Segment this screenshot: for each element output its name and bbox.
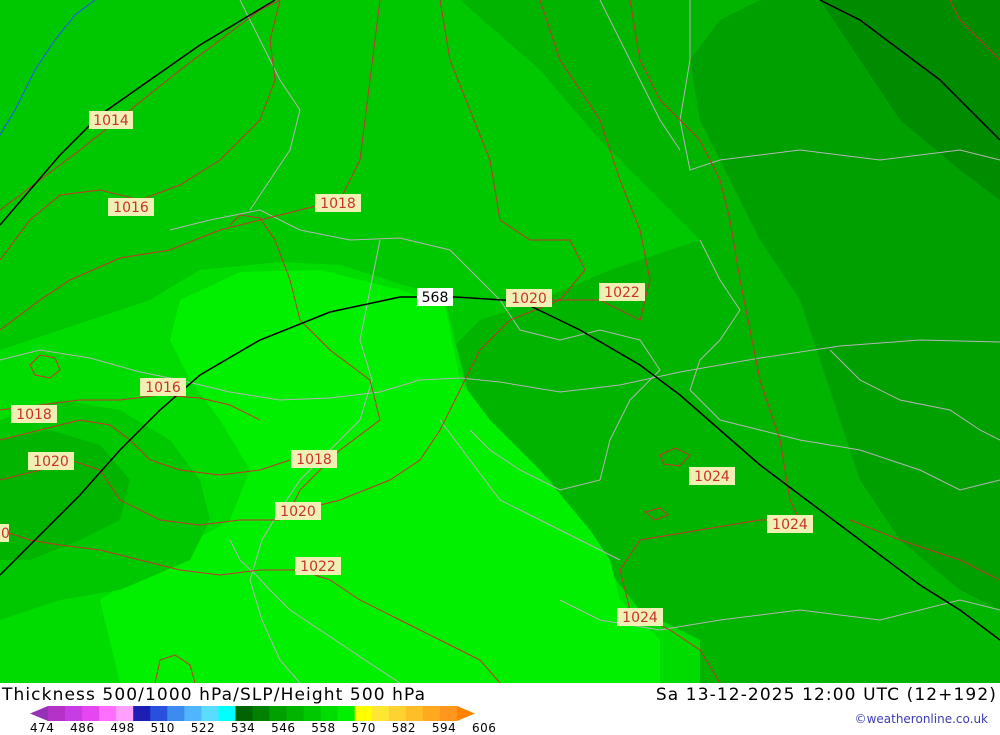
height-label: 568: [417, 288, 453, 306]
isobar-label: 1016: [140, 378, 186, 396]
scale-segment: [150, 706, 168, 721]
isobar-label: 1024: [689, 467, 735, 485]
svg-text:568: 568: [422, 290, 449, 306]
svg-text:1022: 1022: [300, 559, 336, 575]
svg-text:1022: 1022: [604, 285, 640, 301]
svg-text:1020: 1020: [280, 504, 316, 520]
scale-segment: [48, 706, 66, 721]
scale-segment: [286, 706, 305, 721]
svg-text:1020: 1020: [511, 291, 547, 307]
isobar-label: 0: [0, 524, 10, 542]
weather-map: 1014 1016 1018 1020 1022 1016 1018 1020 …: [0, 0, 1000, 683]
isobar-label: 1018: [11, 405, 57, 423]
scale-segment: [320, 706, 339, 721]
scale-segment: [303, 706, 322, 721]
scale-segment: [235, 706, 253, 721]
scale-segment: [269, 706, 288, 721]
isobar-label: 1014: [89, 111, 133, 129]
svg-text:1024: 1024: [772, 517, 808, 533]
svg-text:1024: 1024: [622, 610, 658, 626]
scale-segment: [337, 706, 356, 721]
svg-text:1016: 1016: [113, 200, 149, 216]
scale-segment: [405, 706, 424, 721]
svg-text:1018: 1018: [296, 452, 332, 468]
scale-segment: [65, 706, 83, 721]
svg-text:1014: 1014: [93, 113, 129, 129]
scale-segment: [439, 706, 458, 721]
isobar-label: 1022: [599, 283, 645, 301]
svg-text:1020: 1020: [33, 454, 69, 470]
map-footer: Thickness 500/1000 hPa/SLP/Height 500 hP…: [0, 683, 1000, 735]
scale-segment: [422, 706, 441, 721]
scale-segment: [99, 706, 117, 721]
scale-segment: [354, 706, 373, 721]
isobar-label: 1018: [291, 450, 337, 468]
scale-arrow-high: [457, 706, 475, 721]
isobar-label: 1024: [767, 515, 813, 533]
scale-segment: [167, 706, 185, 721]
isobar-label: 1018: [315, 194, 361, 212]
svg-text:1018: 1018: [16, 407, 52, 423]
svg-text:0: 0: [1, 526, 10, 542]
scale-segment: [388, 706, 407, 721]
scale-segment: [201, 706, 219, 721]
scale-segment: [371, 706, 390, 721]
scale-segment: [184, 706, 202, 721]
scale-segment: [82, 706, 100, 721]
svg-text:1016: 1016: [145, 380, 181, 396]
svg-text:1018: 1018: [320, 196, 356, 212]
isobar-label: 1016: [108, 198, 154, 216]
scale-arrow-low: [30, 706, 48, 721]
scale-segment: [116, 706, 134, 721]
color-scale-bar: [30, 706, 475, 721]
color-scale-ticks: 474 486 498 510 522 534 546 558 570 582 594 606: [30, 721, 510, 735]
isobar-label: 1020: [506, 289, 552, 307]
scale-segment: [133, 706, 151, 721]
source-credit[interactable]: ©weatheronline.co.uk: [855, 712, 988, 726]
map-title: Thickness 500/1000 hPa/SLP/Height 500 hP…: [2, 685, 427, 705]
svg-text:1024: 1024: [694, 469, 730, 485]
isobar-label: 1022: [295, 557, 341, 575]
isobar-label: 1020: [28, 452, 74, 470]
scale-segment: [252, 706, 271, 721]
isobar-label: 1024: [617, 608, 663, 626]
scale-segment: [218, 706, 236, 721]
isobar-label: 1020: [275, 502, 321, 520]
forecast-timestamp: Sa 13-12-2025 12:00 UTC (12+192): [655, 685, 997, 705]
